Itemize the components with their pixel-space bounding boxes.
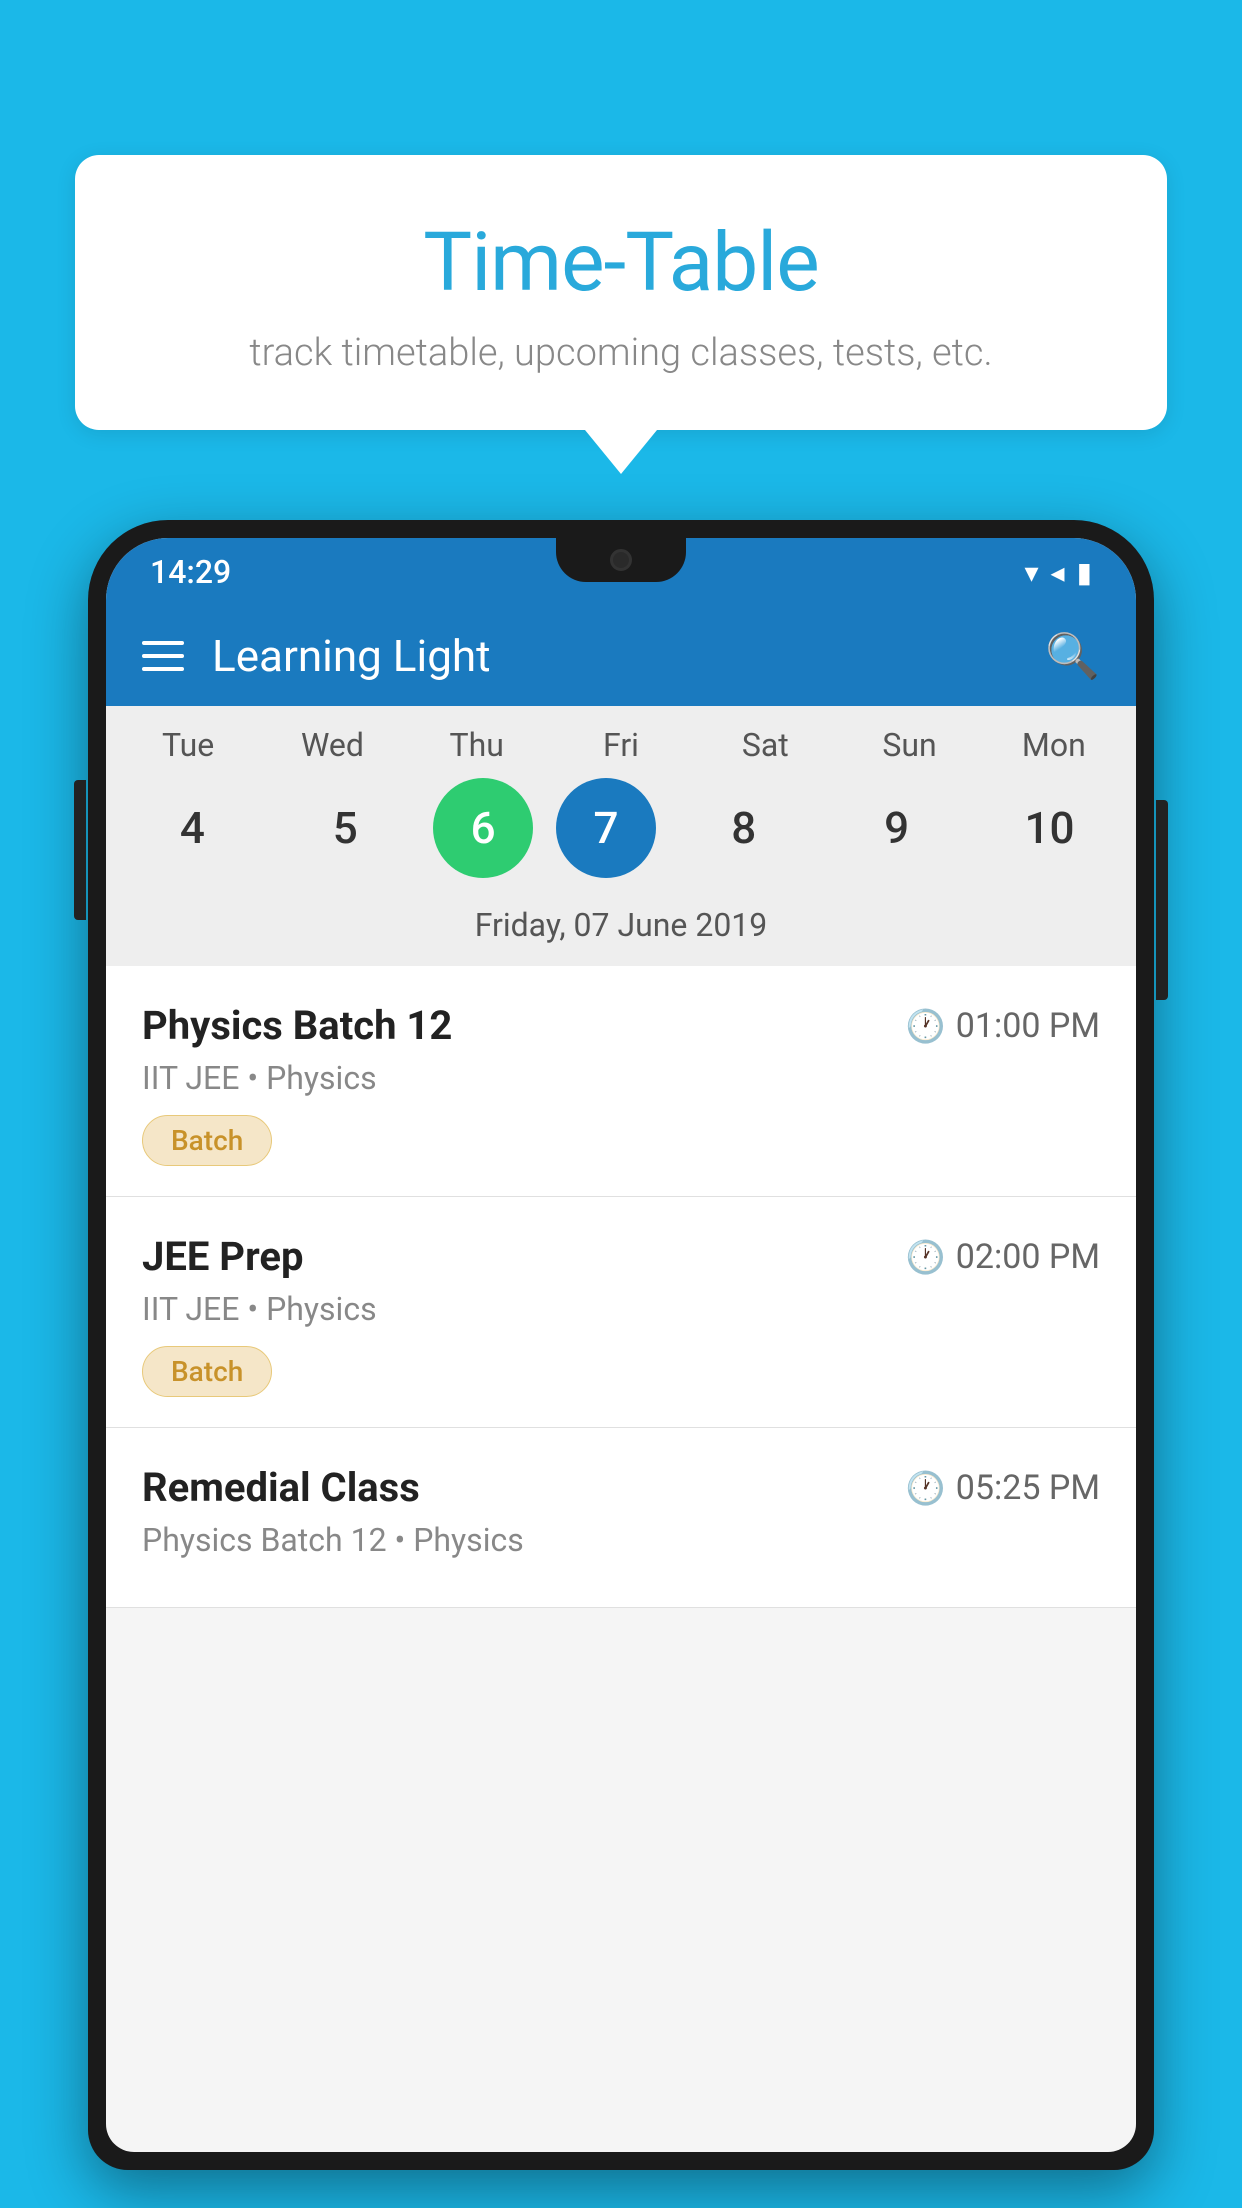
camera xyxy=(610,549,632,571)
schedule-subtitle-1: IIT JEE • Physics xyxy=(142,1059,1100,1097)
schedule-list: Physics Batch 12 🕐 01:00 PM IIT JEE • Ph… xyxy=(106,966,1136,1608)
wifi-icon: ▾ xyxy=(1024,556,1038,589)
speech-bubble-container: Time-Table track timetable, upcoming cla… xyxy=(75,155,1167,474)
calendar-strip: Tue Wed Thu Fri Sat Sun Mon 4 5 6 7 8 9 … xyxy=(106,706,1136,966)
date-10[interactable]: 10 xyxy=(984,778,1114,878)
day-label-mon: Mon xyxy=(989,726,1119,764)
dates-row: 4 5 6 7 8 9 10 xyxy=(106,778,1136,878)
schedule-subtitle-2: IIT JEE • Physics xyxy=(142,1290,1100,1328)
day-label-sun: Sun xyxy=(845,726,975,764)
day-label-wed: Wed xyxy=(267,726,397,764)
clock-icon-1: 🕐 xyxy=(906,1007,946,1045)
battery-icon: ▮ xyxy=(1077,556,1092,589)
speech-bubble: Time-Table track timetable, upcoming cla… xyxy=(75,155,1167,430)
date-4[interactable]: 4 xyxy=(127,778,257,878)
status-icons: ▾ ◂ ▮ xyxy=(1024,556,1092,589)
date-7-selected[interactable]: 7 xyxy=(556,778,656,878)
schedule-item-1[interactable]: Physics Batch 12 🕐 01:00 PM IIT JEE • Ph… xyxy=(106,966,1136,1197)
signal-icon: ◂ xyxy=(1051,556,1065,589)
date-5[interactable]: 5 xyxy=(280,778,410,878)
status-time: 14:29 xyxy=(150,553,231,591)
schedule-item-1-header: Physics Batch 12 🕐 01:00 PM xyxy=(142,1002,1100,1049)
batch-badge-2: Batch xyxy=(142,1346,272,1397)
days-header: Tue Wed Thu Fri Sat Sun Mon xyxy=(106,726,1136,764)
notch xyxy=(556,538,686,582)
hamburger-line-3 xyxy=(142,667,184,671)
batch-badge-1: Batch xyxy=(142,1115,272,1166)
day-label-thu: Thu xyxy=(412,726,542,764)
selected-date-label: Friday, 07 June 2019 xyxy=(106,896,1136,966)
schedule-item-3[interactable]: Remedial Class 🕐 05:25 PM Physics Batch … xyxy=(106,1428,1136,1608)
date-6-today[interactable]: 6 xyxy=(433,778,533,878)
status-bar: 14:29 ▾ ◂ ▮ xyxy=(106,538,1136,606)
phone-container: 14:29 ▾ ◂ ▮ Learning Light 🔍 xyxy=(88,520,1154,2208)
schedule-item-2-header: JEE Prep 🕐 02:00 PM xyxy=(142,1233,1100,1280)
date-8[interactable]: 8 xyxy=(679,778,809,878)
bubble-title: Time-Table xyxy=(115,215,1127,311)
date-9[interactable]: 9 xyxy=(832,778,962,878)
schedule-subtitle-3: Physics Batch 12 • Physics xyxy=(142,1521,1100,1559)
speech-bubble-arrow xyxy=(585,430,657,474)
schedule-title-2: JEE Prep xyxy=(142,1233,303,1280)
schedule-item-3-header: Remedial Class 🕐 05:25 PM xyxy=(142,1464,1100,1511)
app-title: Learning Light xyxy=(212,630,1045,682)
clock-icon-3: 🕐 xyxy=(906,1469,946,1507)
hamburger-line-1 xyxy=(142,641,184,645)
day-label-tue: Tue xyxy=(123,726,253,764)
schedule-item-2[interactable]: JEE Prep 🕐 02:00 PM IIT JEE • Physics Ba… xyxy=(106,1197,1136,1428)
phone-frame: 14:29 ▾ ◂ ▮ Learning Light 🔍 xyxy=(88,520,1154,2170)
schedule-time-2: 🕐 02:00 PM xyxy=(906,1237,1100,1277)
schedule-time-1: 🕐 01:00 PM xyxy=(906,1006,1100,1046)
schedule-title-3: Remedial Class xyxy=(142,1464,420,1511)
hamburger-menu-button[interactable] xyxy=(142,641,184,671)
hamburger-line-2 xyxy=(142,654,184,658)
day-label-fri: Fri xyxy=(556,726,686,764)
bubble-subtitle: track timetable, upcoming classes, tests… xyxy=(115,331,1127,375)
phone-screen: 14:29 ▾ ◂ ▮ Learning Light 🔍 xyxy=(106,538,1136,2152)
schedule-time-3: 🕐 05:25 PM xyxy=(906,1468,1100,1508)
clock-icon-2: 🕐 xyxy=(906,1238,946,1276)
day-label-sat: Sat xyxy=(700,726,830,764)
search-button[interactable]: 🔍 xyxy=(1045,630,1100,682)
schedule-title-1: Physics Batch 12 xyxy=(142,1002,452,1049)
app-bar: Learning Light 🔍 xyxy=(106,606,1136,706)
